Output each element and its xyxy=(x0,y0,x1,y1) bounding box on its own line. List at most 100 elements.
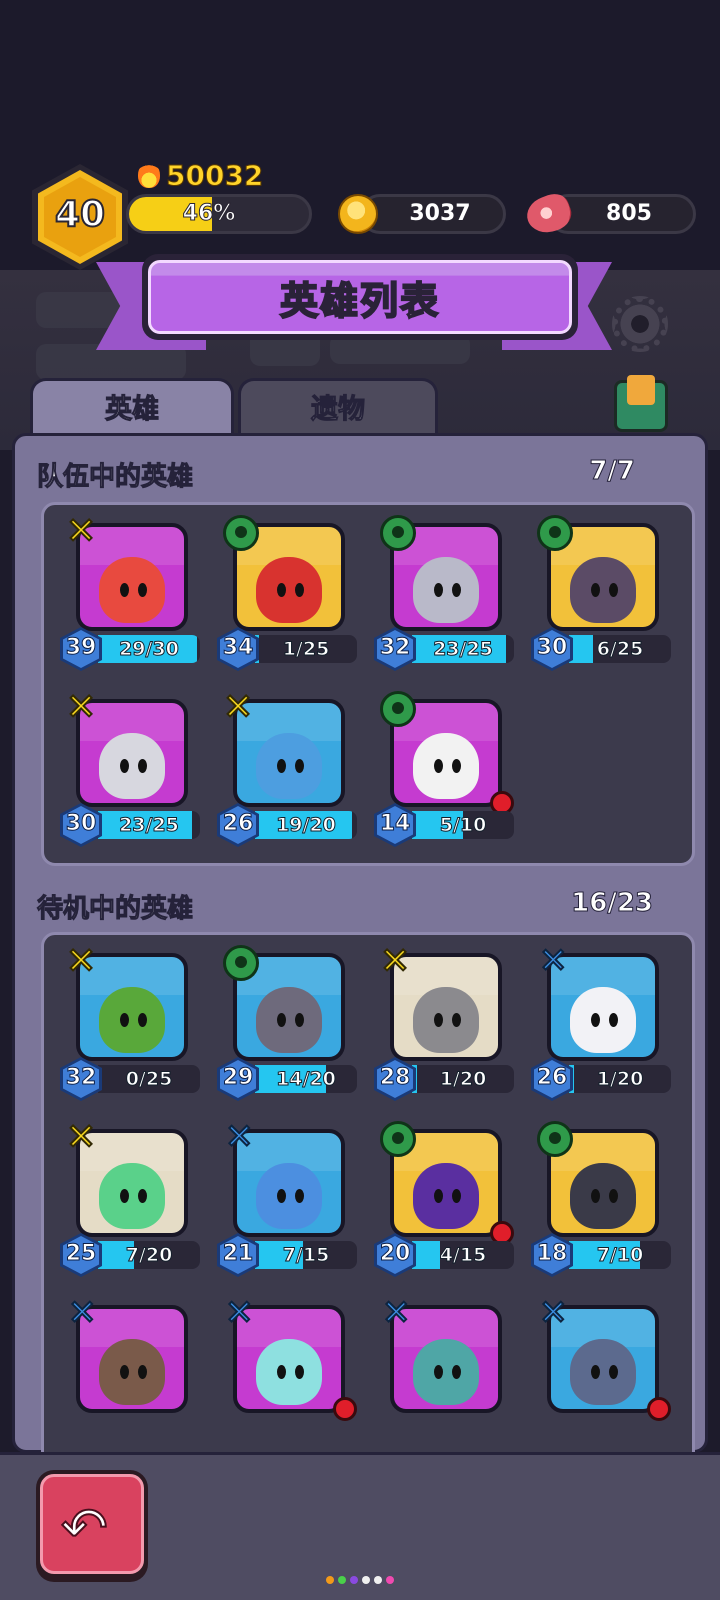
yellow-rank-icon xyxy=(378,941,418,983)
shard-progress: 1/20 xyxy=(569,1065,671,1093)
hero-level-badge: 30 xyxy=(531,627,573,671)
shard-count: 1/25 xyxy=(282,638,330,661)
hero-card[interactable]: 7/20 25 xyxy=(60,1117,200,1279)
hero-level: 28 xyxy=(379,1065,411,1091)
page-dot xyxy=(338,1576,346,1584)
hero-card[interactable]: 4/15 20 xyxy=(374,1119,514,1279)
shard-count: 19/20 xyxy=(276,814,337,837)
blue-rank-icon xyxy=(64,1293,104,1335)
coin-icon xyxy=(338,194,378,234)
page-dot xyxy=(350,1576,358,1584)
hero-level-badge: 26 xyxy=(531,1057,573,1101)
gear-icon[interactable] xyxy=(612,296,668,352)
shard-count: 5/10 xyxy=(439,814,487,837)
meat-value: 805 xyxy=(606,201,652,226)
hero-card[interactable]: 6/25 30 xyxy=(531,513,671,673)
hero-card[interactable] xyxy=(217,1293,357,1455)
power-value: 50032 xyxy=(165,158,264,192)
green-rank-icon xyxy=(380,515,416,551)
hero-level-badge: 20 xyxy=(374,1233,416,1277)
tab-relics[interactable]: 遗物 xyxy=(238,378,438,436)
hero-card[interactable]: 23/25 32 xyxy=(374,513,514,673)
xp-bar: 46% xyxy=(126,194,312,234)
hero-level: 34 xyxy=(222,635,254,661)
blue-rank-icon xyxy=(535,941,575,983)
hero-level: 30 xyxy=(65,811,97,837)
shard-progress: 23/25 xyxy=(98,811,200,839)
page-dot xyxy=(326,1576,334,1584)
shard-progress: 7/15 xyxy=(255,1241,357,1269)
yellow-rank-icon xyxy=(64,511,104,553)
shard-count: 14/20 xyxy=(276,1068,337,1091)
hero-level: 29 xyxy=(222,1065,254,1091)
hero-level-badge: 18 xyxy=(531,1233,573,1277)
hero-level: 14 xyxy=(379,811,411,837)
hero-card[interactable] xyxy=(531,1293,671,1455)
shard-count: 7/15 xyxy=(282,1244,330,1267)
team-count: 7/7 xyxy=(589,456,636,487)
shard-count: 4/15 xyxy=(439,1244,487,1267)
page-dot xyxy=(374,1576,382,1584)
shard-count: 7/20 xyxy=(125,1244,173,1267)
green-rank-icon xyxy=(223,515,259,551)
player-level: 40 xyxy=(54,193,106,236)
hero-card[interactable] xyxy=(60,1293,200,1455)
power-display: 50032 xyxy=(138,158,264,192)
blue-rank-icon xyxy=(221,1293,261,1335)
shard-progress: 1/20 xyxy=(412,1065,514,1093)
green-rank-icon xyxy=(223,945,259,981)
hero-level: 20 xyxy=(379,1241,411,1267)
hero-level: 21 xyxy=(222,1241,254,1267)
xp-percent: 46% xyxy=(182,201,236,227)
team-section-title: 队伍中的英雄 xyxy=(36,462,194,493)
page-indicator xyxy=(326,1576,394,1584)
blue-rank-icon xyxy=(378,1293,418,1335)
hero-level-badge: 32 xyxy=(374,627,416,671)
hero-level-badge: 28 xyxy=(374,1057,416,1101)
shard-progress: 7/10 xyxy=(569,1241,671,1269)
hero-card[interactable]: 1/25 34 xyxy=(217,513,357,673)
hero-card[interactable]: 7/15 21 xyxy=(217,1117,357,1279)
hero-level: 30 xyxy=(536,635,568,661)
shard-progress: 5/10 xyxy=(412,811,514,839)
hero-level-badge: 21 xyxy=(217,1233,259,1277)
page-title: 英雄列表 xyxy=(279,278,440,324)
shard-progress: 4/15 xyxy=(412,1241,514,1269)
hero-level: 32 xyxy=(65,1065,97,1091)
hero-card[interactable]: 0/25 32 xyxy=(60,941,200,1103)
shard-count: 29/30 xyxy=(119,638,180,661)
shard-progress: 0/25 xyxy=(98,1065,200,1093)
back-button[interactable]: ↶ xyxy=(36,1470,148,1582)
hero-level: 32 xyxy=(379,635,411,661)
shard-count: 23/25 xyxy=(433,638,494,661)
hero-card[interactable]: 7/10 18 xyxy=(531,1119,671,1279)
flame-icon xyxy=(138,162,160,188)
hero-level-badge: 39 xyxy=(60,627,102,671)
hero-level-badge: 34 xyxy=(217,627,259,671)
hero-card[interactable]: 14/20 29 xyxy=(217,943,357,1103)
hero-card[interactable]: 23/25 30 xyxy=(60,687,200,849)
hero-card[interactable] xyxy=(374,1293,514,1455)
blue-rank-icon xyxy=(221,1117,261,1159)
tab-heroes[interactable]: 英雄 xyxy=(30,378,234,436)
hero-level-badge: 32 xyxy=(60,1057,102,1101)
hero-card[interactable]: 5/10 14 xyxy=(374,689,514,849)
coin-counter[interactable]: 3037 xyxy=(360,194,506,234)
coin-value: 3037 xyxy=(409,201,471,226)
bench-section-title: 待机中的英雄 xyxy=(36,894,194,925)
yellow-rank-icon xyxy=(64,1117,104,1159)
hero-card[interactable]: 1/20 26 xyxy=(531,941,671,1103)
back-arrow-icon: ↶ xyxy=(60,1496,109,1561)
blue-rank-icon xyxy=(535,1293,575,1335)
shard-progress: 1/25 xyxy=(255,635,357,663)
hero-level: 25 xyxy=(65,1241,97,1267)
hero-level: 26 xyxy=(222,811,254,837)
hero-card[interactable]: 29/30 39 xyxy=(60,511,200,673)
green-rank-icon xyxy=(537,1121,573,1157)
hero-card[interactable]: 19/20 26 xyxy=(217,687,357,849)
notification-dot xyxy=(333,1397,357,1421)
hero-card[interactable]: 1/20 28 xyxy=(374,941,514,1103)
shard-count: 0/25 xyxy=(125,1068,173,1091)
mail-icon[interactable] xyxy=(614,375,668,432)
title-banner: 英雄列表 xyxy=(142,254,578,340)
